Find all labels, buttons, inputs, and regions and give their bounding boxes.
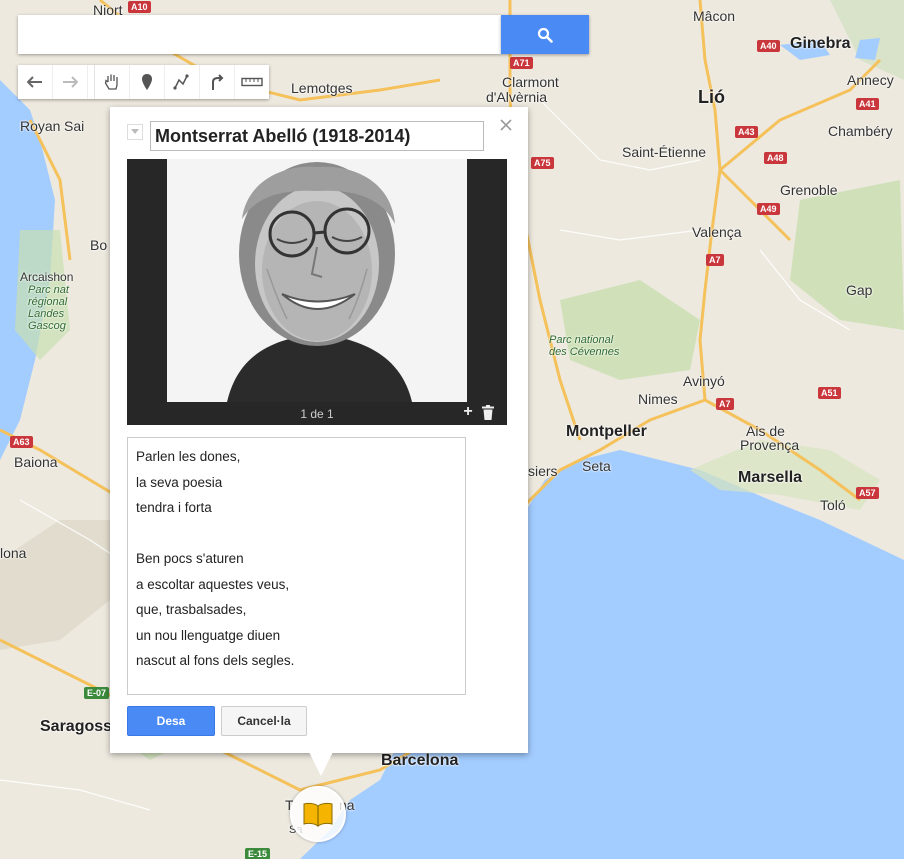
undo-icon <box>27 76 42 88</box>
feature-popup: 1 de 1 + Desa Cancel·la <box>110 107 528 753</box>
map-label-tolo: Toló <box>820 497 846 513</box>
add-photo-button[interactable]: + <box>460 403 476 421</box>
map-label-saint-etienne: Saint-Étienne <box>622 144 707 160</box>
redo-icon <box>63 76 78 88</box>
map-label-sai: Sai <box>64 118 85 134</box>
directions-icon <box>212 74 224 90</box>
road-badge-e07: E-07 <box>84 687 110 699</box>
measure-button[interactable] <box>235 65 269 99</box>
map-label-montpeller: Montpeller <box>566 423 647 440</box>
search-input[interactable] <box>18 15 501 54</box>
style-dropdown-toggle[interactable] <box>127 124 143 140</box>
draw-line-button[interactable] <box>165 65 200 99</box>
delete-photo-button[interactable] <box>482 405 496 421</box>
road-badge-a57: A57 <box>856 487 879 499</box>
map-label-marsella: Marsella <box>738 469 803 486</box>
map-label-clarmont: Clarmont <box>502 74 559 90</box>
pan-tool-button[interactable] <box>94 65 130 99</box>
map-label-royan: Royan <box>20 118 61 134</box>
map-label-baiona: Baiona <box>14 454 58 470</box>
road-badge-a49: A49 <box>757 203 780 215</box>
map-label-lio: Lió <box>698 87 725 107</box>
map-label-ginebra: Ginebra <box>790 35 851 52</box>
chevron-down-icon <box>131 129 139 134</box>
map-label-lona: lona <box>0 545 27 561</box>
close-icon <box>500 119 512 131</box>
map-label-chambery: Chambéry <box>828 123 893 139</box>
road-badge-a48: A48 <box>764 152 787 164</box>
map-label-nimes: Nimes <box>638 391 678 407</box>
map-label-parc-cevennes: Parc national des Cévennes <box>549 334 620 358</box>
map-marker[interactable] <box>290 786 346 842</box>
redo-button[interactable] <box>53 65 88 99</box>
marker-icon <box>142 74 152 90</box>
hand-icon <box>104 74 118 90</box>
map-label-dalvernia: d'Alvèrnia <box>486 89 548 105</box>
popup-pointer <box>309 752 333 776</box>
map-label-siers: siers <box>528 463 558 479</box>
map-label-lemotges: Lemotges <box>291 80 353 96</box>
road-badge-a40: A40 <box>757 40 780 52</box>
trash-icon <box>482 405 494 420</box>
road-badge-a71: A71 <box>510 57 533 69</box>
map-label-bo: Bo <box>90 237 108 253</box>
line-icon <box>173 74 189 90</box>
portrait-photo <box>167 159 467 402</box>
road-badge-a41: A41 <box>856 98 879 110</box>
cancel-button[interactable]: Cancel·la <box>221 706 307 736</box>
description-textarea[interactable] <box>127 437 466 695</box>
book-icon <box>303 802 333 827</box>
feature-title-input[interactable] <box>150 121 484 151</box>
photo-counter: 1 de 1 <box>300 407 334 421</box>
photo-viewer: 1 de 1 + <box>127 159 507 425</box>
map-label-provenca: Provença <box>740 437 800 453</box>
ruler-icon <box>241 77 263 87</box>
road-badge-a10: A10 <box>128 1 151 13</box>
map-label-saragoss: Saragoss <box>40 718 113 735</box>
map-label-annecy: Annecy <box>847 72 894 88</box>
search-button[interactable] <box>501 15 589 54</box>
map-label-gap: Gap <box>846 282 873 298</box>
road-badge-a51: A51 <box>818 387 841 399</box>
road-badge-a43: A43 <box>735 126 758 138</box>
search-icon <box>537 27 553 43</box>
road-badge-a63: A63 <box>10 436 33 448</box>
road-badge-a7-south: A7 <box>716 398 734 410</box>
road-badge-e15: E-15 <box>245 848 271 859</box>
undo-button[interactable] <box>18 65 53 99</box>
save-button[interactable]: Desa <box>127 706 215 736</box>
map-label-avinyo: Avinyó <box>683 373 725 389</box>
road-badge-a7: A7 <box>706 254 724 266</box>
map-label-parc-landes: Parc nat régional Landes Gascog <box>28 284 69 332</box>
map-label-barcelona: Barcelona <box>381 752 459 769</box>
map-label-arcaishon: Arcaishon <box>20 270 74 284</box>
portrait-image <box>167 159 467 402</box>
road-badge-a75: A75 <box>531 157 554 169</box>
close-button[interactable] <box>498 117 514 133</box>
map-label-macon: Mâcon <box>693 8 736 24</box>
map-label-valenca: Valença <box>692 224 742 240</box>
add-marker-button[interactable] <box>130 65 165 99</box>
map-label-seta: Seta <box>582 458 611 474</box>
map-label-grenoble: Grenoble <box>780 182 838 198</box>
directions-button[interactable] <box>200 65 235 99</box>
map-toolbar <box>18 65 269 99</box>
